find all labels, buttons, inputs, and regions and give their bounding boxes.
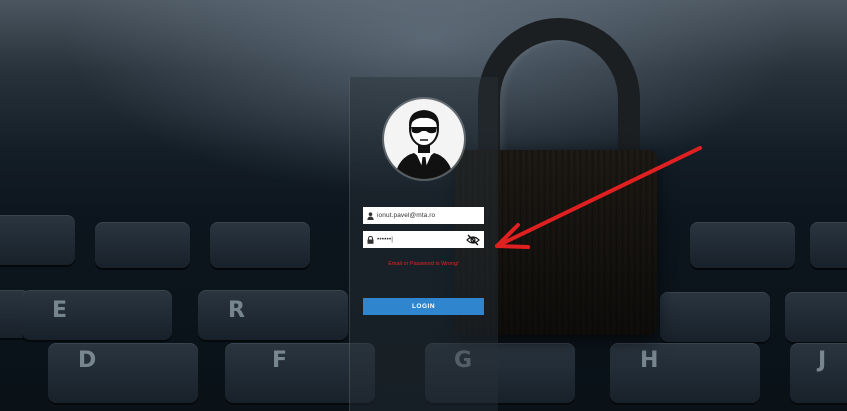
key-glyph: F <box>272 348 288 373</box>
eye-slash-icon[interactable] <box>464 232 482 247</box>
key-glyph: J <box>818 348 827 373</box>
email-field[interactable]: ionut.pavel@mta.ro <box>363 207 484 224</box>
keyboard-key <box>810 222 847 268</box>
keyboard-key <box>95 222 190 268</box>
key-glyph: R <box>228 298 245 323</box>
lock-icon <box>363 235 377 244</box>
key-glyph: H <box>640 348 659 373</box>
keyboard-key <box>660 292 770 342</box>
keyboard-key <box>785 292 847 342</box>
key-glyph: D <box>78 348 97 373</box>
key-glyph: E <box>52 298 68 323</box>
user-icon <box>363 211 377 220</box>
agent-avatar-icon <box>384 99 464 179</box>
error-message: Email or Password is Wrong! <box>388 261 459 267</box>
keyboard-key <box>210 222 310 268</box>
keyboard-key <box>48 343 198 403</box>
password-value: ••••••| <box>377 236 394 243</box>
keyboard-key <box>198 290 348 340</box>
login-button[interactable]: LOGIN <box>363 298 484 315</box>
keyboard-key <box>0 215 75 265</box>
keyboard-key <box>690 222 795 268</box>
keyboard-key <box>610 343 760 403</box>
email-value: ionut.pavel@mta.ro <box>377 212 436 219</box>
keyboard-key <box>22 290 172 340</box>
password-field[interactable]: ••••••| <box>363 231 484 248</box>
